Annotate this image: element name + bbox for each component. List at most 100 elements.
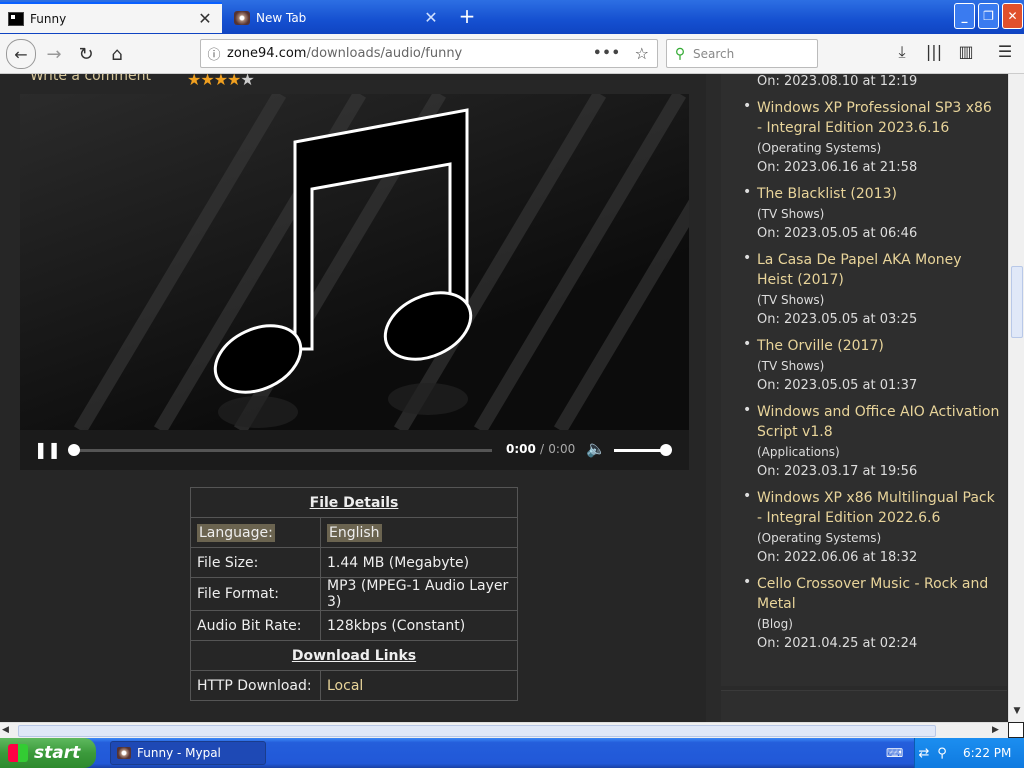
detail-key: File Size:	[190, 547, 321, 578]
download-icon[interactable]: ⤓	[890, 42, 914, 66]
star-icon[interactable]: ★	[187, 74, 201, 89]
post-category: (TV Shows)	[757, 293, 825, 307]
local-download-link[interactable]: Local	[320, 670, 518, 701]
url-bar[interactable]: ⓘ zone94.com/downloads/audio/funny ••• ☆	[200, 39, 658, 68]
sidebar-widget-next	[721, 690, 1007, 722]
post-title-link[interactable]: Windows and Office AIO Activation Script…	[757, 402, 1001, 442]
post-category: (Operating Systems)	[757, 531, 882, 545]
volume-speaker-icon[interactable]: 🔈	[586, 439, 606, 458]
taskbar-app-mypal[interactable]: Funny - Mypal	[110, 741, 266, 765]
post-title-link[interactable]: The Orville (2017)	[757, 336, 1001, 356]
scroll-left-arrow-icon[interactable]: ◀	[2, 725, 9, 735]
scroll-right-arrow-icon[interactable]: ▶	[992, 725, 999, 735]
post-category: (TV Shows)	[757, 207, 825, 221]
page-content: Write a comment ★★★★★ ❚❚ 0:00 / 0:00 🔈 F…	[0, 74, 1008, 722]
site-info-icon[interactable]: ⓘ	[201, 44, 227, 63]
hamburger-menu-icon[interactable]: ☰	[993, 42, 1017, 66]
arrow-left-icon: ←	[14, 44, 28, 64]
home-button[interactable]: ⌂	[103, 40, 131, 68]
main-column: Write a comment ★★★★★ ❚❚ 0:00 / 0:00 🔈 F…	[0, 74, 706, 722]
vertical-scrollbar[interactable]: ▼	[1008, 74, 1024, 722]
recent-posts-sidebar: On: 2023.08.10 at 12:19 Windows XP Profe…	[721, 74, 1007, 686]
volume-slider[interactable]	[614, 449, 666, 452]
keyboard-layout-icon[interactable]: ⌨	[886, 746, 903, 760]
current-time: 0:00	[506, 442, 536, 456]
download-links-heading: Download Links	[190, 640, 518, 671]
taskbar-app-label: Funny - Mypal	[137, 746, 221, 760]
post-date: On: 2023.05.05 at 03:25	[757, 312, 918, 327]
reload-button[interactable]: ↻	[72, 40, 100, 68]
table-row: HTTP Download: Local	[190, 670, 518, 701]
vertical-scroll-thumb[interactable]	[1011, 266, 1023, 338]
search-input[interactable]: ⚲ Search	[666, 39, 818, 68]
url-path: /downloads/audio/funny	[306, 46, 463, 61]
post-date: On: 2022.06.06 at 18:32	[757, 550, 918, 565]
windows-taskbar: start Funny - Mypal ⌨ ⇄ ⚲ 6:22 PM	[0, 738, 1024, 768]
seek-bar[interactable]	[70, 449, 492, 452]
detail-key: Audio Bit Rate:	[190, 610, 321, 641]
search-icon[interactable]: ⚲	[933, 746, 951, 761]
back-button[interactable]: ←	[6, 39, 36, 69]
horizontal-scrollbar[interactable]: ◀ ▶	[0, 722, 1008, 738]
player-controls: ❚❚ 0:00 / 0:00 🔈	[20, 430, 689, 470]
post-title-link[interactable]: The Blacklist (2013)	[757, 184, 1001, 204]
music-note-icon	[73, 94, 689, 434]
sidebar-toggle-icon[interactable]: ▥	[954, 42, 978, 66]
tab-new-tab[interactable]: New Tab ✕	[226, 2, 448, 33]
page-actions-icon[interactable]: •••	[593, 46, 621, 61]
post-title-link[interactable]: Windows XP Professional SP3 x86 - Integr…	[757, 98, 1001, 138]
close-tab-icon[interactable]: ✕	[422, 9, 440, 26]
star-icon[interactable]: ★	[240, 74, 254, 89]
star-icon[interactable]: ★	[227, 74, 241, 89]
volume-handle[interactable]	[660, 444, 672, 456]
library-icon[interactable]: |||	[922, 42, 946, 66]
tab-favicon-icon	[8, 11, 24, 26]
post-date: On: 2023.05.05 at 01:37	[757, 378, 918, 393]
search-placeholder: Search	[693, 46, 735, 61]
horizontal-scroll-thumb[interactable]	[18, 725, 936, 737]
table-row: File Format: MP3 (MPEG-1 Audio Layer 3)	[190, 577, 518, 611]
tab-strip: Funny ✕ New Tab ✕ + _ ❐ ✕	[0, 0, 1024, 34]
star-icon[interactable]: ★	[214, 74, 228, 89]
post-title-link[interactable]: La Casa De Papel AKA Money Heist (2017)	[757, 250, 1001, 290]
close-tab-icon[interactable]: ✕	[196, 10, 214, 27]
list-item: Windows XP Professional SP3 x86 - Integr…	[735, 98, 1001, 178]
url-host: zone94.com	[227, 46, 307, 61]
detail-value: 1.44 MB (Megabyte)	[320, 547, 518, 578]
post-date: On: 2023.08.10 at 12:19	[757, 74, 918, 89]
tab-funny[interactable]: Funny ✕	[0, 2, 222, 33]
post-date: On: 2023.06.16 at 21:58	[757, 160, 918, 175]
maximize-button[interactable]: ❐	[978, 3, 999, 29]
post-date: On: 2021.04.25 at 02:24	[757, 636, 918, 651]
new-tab-plus-icon[interactable]: +	[455, 4, 479, 28]
post-date: On: 2023.03.17 at 19:56	[757, 464, 918, 479]
clock: 6:22 PM	[963, 746, 1012, 760]
table-row: Audio Bit Rate: 128kbps (Constant)	[190, 610, 518, 641]
post-category: (Applications)	[757, 445, 840, 459]
post-category: (TV Shows)	[757, 359, 825, 373]
minimize-button[interactable]: _	[954, 3, 975, 29]
time-display: 0:00 / 0:00	[506, 442, 575, 456]
tab-label: New Tab	[256, 10, 307, 25]
post-category: (Operating Systems)	[757, 141, 882, 155]
close-window-button[interactable]: ✕	[1002, 3, 1023, 29]
detail-value: English	[320, 517, 518, 548]
post-title-link[interactable]: Windows XP x86 Multilingual Pack - Integ…	[757, 488, 1001, 528]
home-icon: ⌂	[111, 43, 123, 65]
post-category: (Blog)	[757, 617, 793, 631]
start-button[interactable]: start	[0, 738, 96, 768]
seek-handle[interactable]	[68, 444, 80, 456]
write-comment-link[interactable]: Write a comment	[30, 74, 151, 84]
scroll-down-arrow-icon[interactable]: ▼	[1010, 706, 1024, 720]
list-item: The Orville (2017) (TV Shows) On: 2023.0…	[735, 336, 1001, 396]
star-icon[interactable]: ★	[200, 74, 214, 89]
network-icon[interactable]: ⇄	[915, 746, 933, 761]
pause-button[interactable]: ❚❚	[34, 440, 61, 459]
file-details-heading: File Details	[190, 487, 518, 518]
rating-stars[interactable]: ★★★★★	[187, 74, 255, 89]
post-title-link[interactable]: Cello Crossover Music - Rock and Metal	[757, 574, 1001, 614]
list-item: On: 2023.08.10 at 12:19	[735, 74, 1001, 92]
forward-button[interactable]: →	[40, 40, 68, 68]
bookmark-star-icon[interactable]: ☆	[635, 44, 649, 63]
list-item: Windows XP x86 Multilingual Pack - Integ…	[735, 488, 1001, 568]
